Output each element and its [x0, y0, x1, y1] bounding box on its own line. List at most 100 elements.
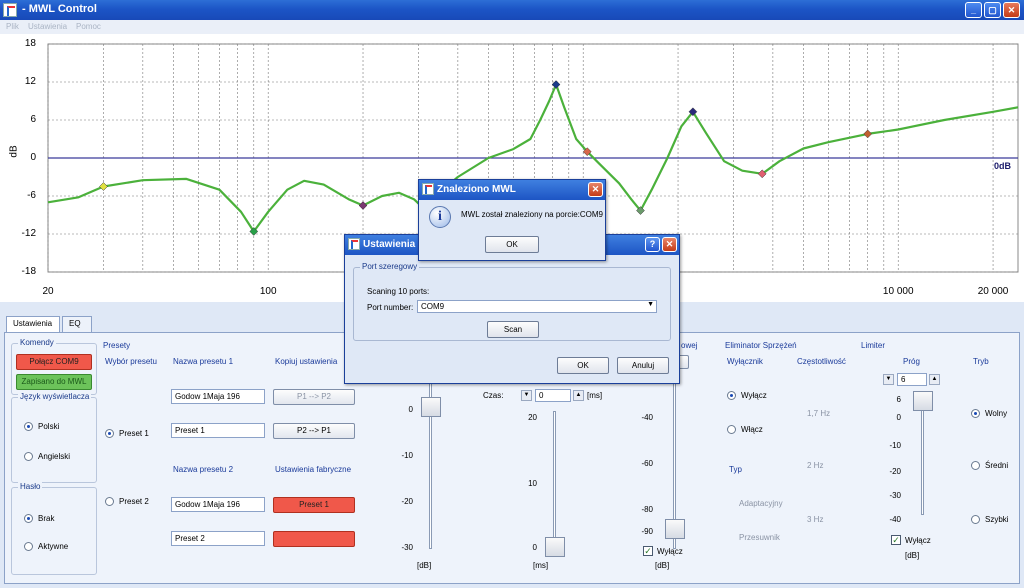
menu-pomoc[interactable]: Pomoc: [76, 22, 101, 31]
third-unit: [dB]: [655, 561, 670, 570]
minimize-button[interactable]: _: [965, 2, 982, 18]
radio-brak[interactable]: [24, 514, 33, 523]
restore-button[interactable]: ▢: [984, 2, 1001, 18]
limiter-down-icon[interactable]: ▼: [883, 374, 894, 385]
radio-aktywne-label: Aktywne: [38, 542, 69, 551]
limiter-tick: -10: [889, 441, 901, 450]
x-tick-label: 20: [42, 286, 54, 297]
limiter-tick: 0: [896, 413, 901, 422]
third-tick: -90: [641, 527, 653, 536]
third-slider-thumb[interactable]: [665, 519, 685, 539]
radio-angielski[interactable]: [24, 452, 33, 461]
third-disable-label: Wyłącz: [657, 547, 683, 556]
settings-ok-button[interactable]: OK: [557, 357, 609, 374]
limiter-disable-label: Wyłącz: [905, 536, 931, 545]
delay-unit-field: [ms]: [587, 391, 603, 400]
found-ok-button[interactable]: OK: [485, 236, 539, 253]
limiter-slider-thumb[interactable]: [913, 391, 933, 411]
limiter-threshold-input[interactable]: 6: [897, 373, 927, 386]
third-tick: -40: [641, 413, 653, 422]
radio-eliminator-on-label: Włącz: [741, 425, 763, 434]
y-tick-label: -6: [27, 190, 36, 201]
found-dialog-app-icon: [422, 183, 434, 195]
delay-input[interactable]: 0: [535, 389, 571, 402]
group-jezyk-title: Język wyświetlacza: [18, 392, 92, 401]
presety-title: Presety: [103, 341, 131, 350]
connect-button[interactable]: Połącz COM9: [16, 354, 92, 370]
delay-slider-track[interactable]: [553, 411, 556, 549]
port-number-value: COM9: [421, 302, 445, 311]
eliminator-shift-label: Przesuwnik: [739, 533, 780, 542]
delay-down-icon[interactable]: ▼: [521, 390, 532, 401]
delay-slider-thumb[interactable]: [545, 537, 565, 557]
preset2-name-field-b[interactable]: Preset 2: [171, 531, 265, 546]
presety-select-header: Wybór presetu: [105, 357, 157, 366]
scan-button[interactable]: Scan: [487, 321, 539, 338]
copy-p2-p1-button[interactable]: P2 --> P1: [273, 423, 355, 439]
radio-polski[interactable]: [24, 422, 33, 431]
presety-name1-header: Nazwa presetu 1: [173, 357, 234, 366]
settings-cancel-button[interactable]: Anuluj: [617, 357, 669, 374]
radio-mode-szybki[interactable]: [971, 515, 980, 524]
delay-unit: [ms]: [533, 561, 549, 570]
menu-plik[interactable]: Plik: [6, 22, 19, 31]
limiter-disable-checkbox[interactable]: ✓: [891, 535, 901, 545]
app-icon: [3, 3, 17, 17]
eliminator-adapt-label: Adaptacyjny: [739, 499, 783, 508]
group-jezyk: Język wyświetlacza Polski Angielski: [11, 392, 97, 483]
radio-eliminator-off[interactable]: [727, 391, 736, 400]
found-dialog-close-icon[interactable]: ✕: [588, 182, 603, 197]
radio-aktywne[interactable]: [24, 542, 33, 551]
found-dialog-titlebar: Znaleziono MWL ✕: [419, 180, 605, 200]
factory-preset1-button[interactable]: Preset 1: [273, 497, 355, 513]
help-icon[interactable]: ?: [645, 237, 660, 252]
radio-preset1-label: Preset 1: [119, 429, 149, 438]
copy-p1-p2-button[interactable]: P1 --> P2: [273, 389, 355, 405]
y-axis-label: dB: [8, 145, 20, 158]
limiter-tick: -30: [889, 491, 901, 500]
settings-dialog-close-icon[interactable]: ✕: [662, 237, 677, 252]
menu-ustawienia[interactable]: Ustawienia: [28, 22, 67, 31]
delay-tick: 10: [528, 479, 537, 488]
limiter-tick: -40: [889, 515, 901, 524]
radio-preset1[interactable]: [105, 429, 114, 438]
radio-mode-wolny[interactable]: [971, 409, 980, 418]
port-number-select[interactable]: COM9 ▼: [417, 300, 657, 313]
radio-eliminator-on[interactable]: [727, 425, 736, 434]
preset1-name-field-a[interactable]: Godow 1Maja 196: [171, 389, 265, 404]
limiter-slider-track[interactable]: [921, 393, 924, 515]
gain-tick: -30: [401, 543, 413, 552]
tab-eq[interactable]: EQ: [62, 316, 92, 332]
menu-bar: Plik Ustawienia Pomoc: [0, 20, 1024, 34]
third-group-title: owej: [681, 341, 698, 350]
y-tick-label: 6: [30, 114, 36, 125]
radio-preset2[interactable]: [105, 497, 114, 506]
group-haslo-title: Hasło: [18, 482, 43, 491]
x-tick-label: 20 000: [977, 286, 1009, 297]
radio-eliminator-off-label: Wyłącz: [741, 391, 767, 400]
preset2-name-field-a[interactable]: Godow 1Maja 196: [171, 497, 265, 512]
limiter-up-icon[interactable]: ▲: [929, 374, 940, 385]
factory-preset2-button[interactable]: Preset 2: [273, 531, 355, 547]
third-disable-checkbox[interactable]: ✓: [643, 546, 653, 556]
radio-preset2-label: Preset 2: [119, 497, 149, 506]
gain-unit: [dB]: [417, 561, 432, 570]
third-tick: -80: [641, 505, 653, 514]
gain-slider-thumb[interactable]: [421, 397, 441, 417]
scanning-label: Scaning 10 ports:: [367, 287, 430, 296]
eliminator-freq-1: 1,7 Hz: [807, 409, 831, 418]
eliminator-freq-header: Częstotliwość: [797, 357, 846, 366]
radio-mode-szybki-label: Szybki: [985, 515, 1009, 524]
tab-ustawienia[interactable]: Ustawienia: [6, 316, 60, 333]
preset1-name-field-b[interactable]: Preset 1: [171, 423, 265, 438]
radio-polski-label: Polski: [38, 422, 60, 431]
limiter-threshold-header: Próg: [903, 357, 920, 366]
gain-tick: 0: [408, 405, 413, 414]
close-button[interactable]: ✕: [1003, 2, 1020, 18]
radio-brak-label: Brak: [38, 514, 55, 523]
radio-mode-sredni[interactable]: [971, 461, 980, 470]
save-status-button[interactable]: Zapisano do MWL: [16, 374, 92, 390]
delay-up-icon[interactable]: ▲: [573, 390, 584, 401]
eliminator-freq-2: 2 Hz: [807, 461, 824, 470]
delay-tick: 0: [532, 543, 537, 552]
